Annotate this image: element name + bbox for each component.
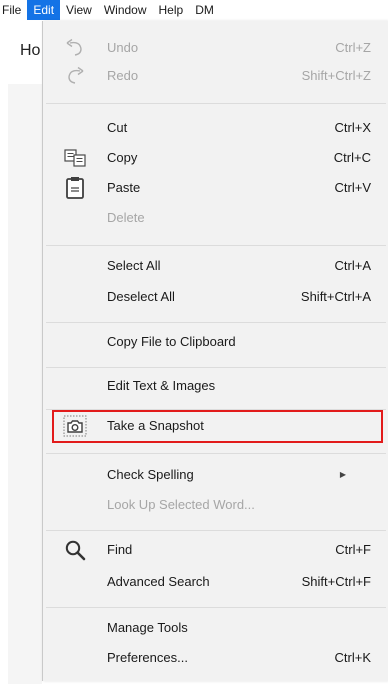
clipboard-icon xyxy=(63,176,87,200)
app-background: Ho xyxy=(0,22,42,684)
copy-shortcut: Ctrl+C xyxy=(333,150,371,165)
edit-menu-dropdown: Undo Ctrl+Z Redo Shift+Ctrl+Z Cut Ctrl+X… xyxy=(42,21,388,681)
menu-window[interactable]: Window xyxy=(98,0,153,20)
copy-label: Copy xyxy=(107,150,138,165)
copy-file-label: Copy File to Clipboard xyxy=(107,334,236,349)
find-shortcut: Ctrl+F xyxy=(335,542,371,557)
separator xyxy=(46,367,386,368)
menu-item-undo[interactable]: Undo Ctrl+Z xyxy=(43,33,388,63)
select-all-label: Select All xyxy=(107,258,161,273)
preferences-shortcut: Ctrl+K xyxy=(334,650,371,665)
undo-shortcut: Ctrl+Z xyxy=(335,40,371,55)
separator xyxy=(46,322,386,323)
check-spelling-label: Check Spelling xyxy=(107,467,194,482)
manage-tools-label: Manage Tools xyxy=(107,620,188,635)
menu-help[interactable]: Help xyxy=(153,0,190,20)
snapshot-highlight-box xyxy=(52,410,383,443)
separator xyxy=(46,607,386,608)
magnifier-icon xyxy=(63,538,87,562)
menu-item-paste[interactable]: Paste Ctrl+V xyxy=(43,173,388,203)
menu-item-redo[interactable]: Redo Shift+Ctrl+Z xyxy=(43,61,388,91)
undo-label: Undo xyxy=(107,40,139,55)
menu-item-advanced-search[interactable]: Advanced Search Shift+Ctrl+F xyxy=(43,567,388,597)
menu-item-edit-text[interactable]: Edit Text & Images xyxy=(43,371,388,401)
find-label: Find xyxy=(107,542,133,557)
redo-shortcut: Shift+Ctrl+Z xyxy=(301,68,371,83)
menu-item-copy[interactable]: Copy Ctrl+C xyxy=(43,143,388,173)
separator xyxy=(46,245,386,246)
redo-arrow-icon xyxy=(63,64,87,88)
menu-edit[interactable]: Edit xyxy=(27,0,61,20)
deselect-all-label: Deselect All xyxy=(107,289,175,304)
menu-item-find[interactable]: Find Ctrl+F xyxy=(43,535,388,565)
home-tab-fragment[interactable]: Ho xyxy=(20,42,40,60)
separator xyxy=(46,453,386,454)
menu-item-select-all[interactable]: Select All Ctrl+A xyxy=(43,251,388,281)
menu-item-check-spelling[interactable]: Check Spelling ▶ xyxy=(43,460,388,490)
advanced-search-label: Advanced Search xyxy=(107,574,210,589)
menu-item-deselect-all[interactable]: Deselect All Shift+Ctrl+A xyxy=(43,282,388,312)
look-up-label: Look Up Selected Word... xyxy=(107,497,255,512)
submenu-arrow-icon: ▶ xyxy=(339,470,346,479)
menu-item-preferences[interactable]: Preferences... Ctrl+K xyxy=(43,643,388,673)
cut-label: Cut xyxy=(107,120,128,135)
cut-shortcut: Ctrl+X xyxy=(334,120,371,135)
select-all-shortcut: Ctrl+A xyxy=(334,258,371,273)
separator xyxy=(46,103,386,104)
edit-text-label: Edit Text & Images xyxy=(107,378,216,393)
preferences-label: Preferences... xyxy=(107,650,188,665)
delete-label: Delete xyxy=(107,210,145,225)
menu-item-copy-file[interactable]: Copy File to Clipboard xyxy=(43,327,388,357)
menu-item-delete[interactable]: Delete xyxy=(43,203,388,233)
paste-shortcut: Ctrl+V xyxy=(334,180,371,195)
menu-view[interactable]: View xyxy=(60,0,98,20)
menu-item-manage-tools[interactable]: Manage Tools xyxy=(43,613,388,643)
separator xyxy=(46,530,386,531)
paste-label: Paste xyxy=(107,180,141,195)
menu-item-look-up[interactable]: Look Up Selected Word... xyxy=(43,490,388,520)
menu-file[interactable]: File xyxy=(0,0,27,20)
menu-item-cut[interactable]: Cut Ctrl+X xyxy=(43,113,388,143)
menu-dm[interactable]: DM xyxy=(189,0,220,20)
side-panel xyxy=(8,84,42,684)
redo-label: Redo xyxy=(107,68,139,83)
copy-icon xyxy=(63,146,87,170)
advanced-search-shortcut: Shift+Ctrl+F xyxy=(301,574,371,589)
undo-arrow-icon xyxy=(63,36,87,60)
deselect-all-shortcut: Shift+Ctrl+A xyxy=(300,289,371,304)
menu-bar: File Edit View Window Help DM xyxy=(0,0,388,22)
